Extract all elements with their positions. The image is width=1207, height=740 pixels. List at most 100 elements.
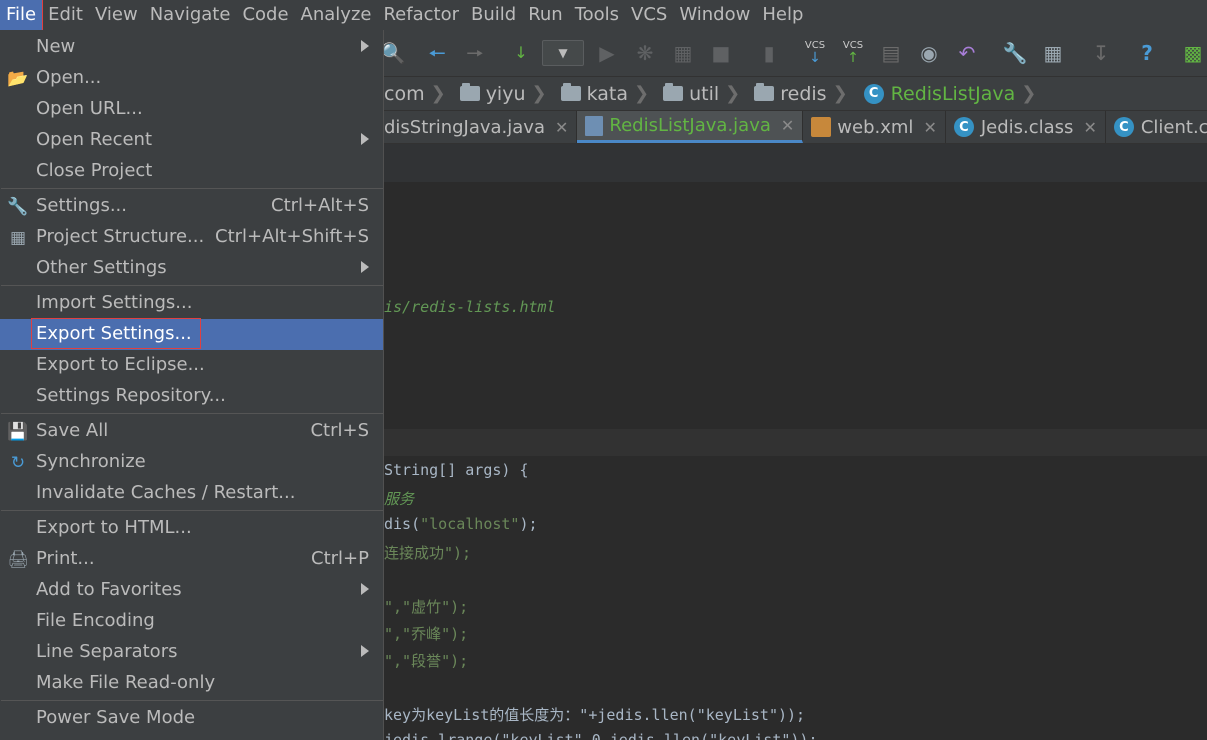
close-icon[interactable]: ✕ — [1083, 118, 1096, 137]
menu-item-export-html[interactable]: Export to HTML... — [0, 513, 383, 544]
menu-analyze[interactable]: Analyze — [295, 0, 378, 30]
close-icon[interactable]: ✕ — [555, 118, 568, 137]
menu-vcs[interactable]: VCS — [625, 0, 673, 30]
code-line: 服务 — [384, 490, 415, 508]
breadcrumb-item-yiyu[interactable]: yiyu ❯ — [452, 77, 553, 111]
stop-icon[interactable]: ■ — [708, 40, 734, 66]
folder-icon — [459, 83, 480, 101]
menu-item-synchronize[interactable]: ↻ Synchronize — [0, 447, 383, 478]
menu-item-add-to-favorites[interactable]: Add to Favorites — [0, 575, 383, 606]
menu-item-file-encoding[interactable]: File Encoding — [0, 606, 383, 637]
breadcrumb: com ❯ yiyu ❯ kata ❯ util ❯ redis ❯ C RedisList… — [384, 77, 1207, 111]
breadcrumb-item-util[interactable]: util ❯ — [655, 77, 746, 111]
menu-item-label: Make File Read-only — [36, 672, 216, 693]
main-toolbar: 🔍 🠔 🠖 ↓ ▼ ▶ ❋ ▦ ■ ▮ VCS ↓ VCS ↑ ▤ ◉ ↶ 🔧 ▦ … — [381, 30, 1207, 77]
tab-redis-list-java[interactable]: RedisListJava.java ✕ — [577, 111, 804, 143]
folder-icon — [754, 83, 775, 101]
back-arrow-icon[interactable]: 🠔 — [424, 40, 450, 66]
menu-item-label: Print... — [36, 548, 95, 569]
menu-item-label: Open URL... — [36, 98, 143, 119]
breadcrumb-item-com[interactable]: com ❯ — [384, 77, 452, 111]
sync-icon: ↻ — [10, 453, 26, 473]
help-icon[interactable]: ? — [1134, 40, 1160, 66]
close-icon[interactable]: ✕ — [923, 118, 936, 137]
attach-icon[interactable]: ▮ — [756, 40, 782, 66]
breadcrumb-label: com — [384, 82, 425, 105]
breadcrumb-item-class[interactable]: C RedisListJava ❯ — [854, 77, 1043, 111]
menu-item-save-all[interactable]: 💾 Save All Ctrl+S — [0, 416, 383, 447]
vcs-update-icon[interactable]: VCS ↓ — [802, 40, 828, 66]
menu-item-settings-repository[interactable]: Settings Repository... — [0, 381, 383, 412]
project-structure-icon[interactable]: ▦ — [1040, 40, 1066, 66]
menu-view[interactable]: View — [89, 0, 144, 30]
debug-icon[interactable]: ❋ — [632, 40, 658, 66]
android-sdk-icon[interactable]: ▩ — [1180, 40, 1206, 66]
code-editor[interactable]: is/redis-lists.html String[] args) { 服务 … — [384, 144, 1207, 740]
menu-item-shortcut: Ctrl+P — [311, 548, 369, 569]
revert-icon[interactable]: ↶ — [954, 40, 980, 66]
editor-header-band — [384, 144, 1207, 182]
file-menu-dropdown: New 📂 Open... Open URL... Open Recent Cl… — [0, 30, 384, 740]
menu-item-power-save-mode[interactable]: Power Save Mode — [0, 703, 383, 734]
build-icon[interactable]: ↓ — [508, 40, 534, 66]
chevron-right-icon: ❯ — [1021, 83, 1037, 104]
menu-item-label: Open... — [36, 67, 102, 88]
menu-item-open-url[interactable]: Open URL... — [0, 94, 383, 125]
folder-icon — [663, 83, 684, 101]
breadcrumb-item-redis[interactable]: redis ❯ — [746, 77, 853, 111]
tab-redis-string-java[interactable]: disStringJava.java ✕ — [384, 111, 578, 143]
chevron-right-icon: ❯ — [531, 83, 547, 104]
code-line: is/redis-lists.html — [384, 298, 556, 316]
printer-icon: 🖨 — [7, 550, 29, 570]
run-config-dropdown[interactable]: ▼ — [542, 40, 584, 66]
menu-item-open[interactable]: 📂 Open... — [0, 63, 383, 94]
menu-refactor[interactable]: Refactor — [377, 0, 465, 30]
menu-item-new[interactable]: New — [0, 32, 383, 63]
menu-build[interactable]: Build — [465, 0, 522, 30]
menu-run[interactable]: Run — [522, 0, 569, 30]
menu-item-settings[interactable]: 🔧 Settings... Ctrl+Alt+S — [0, 191, 383, 222]
class-icon: C — [953, 117, 974, 137]
menu-item-label: Open Recent — [36, 129, 153, 150]
menu-item-shortcut: Ctrl+S — [310, 420, 369, 441]
close-icon[interactable]: ✕ — [781, 116, 794, 135]
menu-navigate[interactable]: Navigate — [144, 0, 237, 30]
menu-file[interactable]: File — [0, 0, 44, 31]
menu-item-close-project[interactable]: Close Project — [0, 156, 383, 187]
menu-item-label: Close Project — [36, 160, 153, 181]
history-icon[interactable]: ◉ — [916, 40, 942, 66]
menu-window[interactable]: Window — [673, 0, 756, 30]
menu-item-other-settings[interactable]: Other Settings — [0, 253, 383, 284]
menu-item-import-settings[interactable]: Import Settings... — [0, 288, 383, 319]
code-line: ","段誉"); — [384, 652, 469, 670]
menu-item-export-to-eclipse[interactable]: Export to Eclipse... — [0, 350, 383, 381]
menu-item-invalidate-caches[interactable]: Invalidate Caches / Restart... — [0, 478, 383, 509]
menu-code[interactable]: Code — [236, 0, 294, 30]
run-icon[interactable]: ▶ — [594, 40, 620, 66]
menu-tools[interactable]: Tools — [569, 0, 625, 30]
breadcrumb-item-kata[interactable]: kata ❯ — [553, 77, 656, 111]
menu-item-print[interactable]: 🖨 Print... Ctrl+P — [0, 544, 383, 575]
current-line-highlight — [384, 429, 1207, 456]
forward-arrow-icon[interactable]: 🠖 — [462, 40, 488, 66]
menu-item-export-settings[interactable]: Export Settings... — [0, 318, 383, 350]
sdk-download-icon[interactable]: ↧ — [1088, 40, 1114, 66]
tab-web-xml[interactable]: web.xml ✕ — [803, 111, 946, 143]
wrench-icon: 🔧 — [7, 197, 29, 217]
settings-wrench-icon[interactable]: 🔧 — [1002, 40, 1028, 66]
menu-edit[interactable]: Edit — [42, 0, 89, 30]
tab-jedis-class[interactable]: C Jedis.class ✕ — [946, 111, 1106, 143]
menu-item-make-read-only[interactable]: Make File Read-only — [0, 668, 383, 699]
menu-item-project-structure[interactable]: ▦ Project Structure... Ctrl+Alt+Shift+S — [0, 222, 383, 253]
menu-item-label: New — [36, 36, 76, 57]
menu-item-open-recent[interactable]: Open Recent — [0, 125, 383, 156]
class-icon: C — [1113, 117, 1134, 137]
chevron-right-icon: ❯ — [725, 83, 741, 104]
tab-client-class[interactable]: C Client.class — [1106, 111, 1207, 143]
vcs-commit-icon[interactable]: VCS ↑ — [840, 40, 866, 66]
menu-help[interactable]: Help — [756, 0, 809, 30]
breadcrumb-label: yiyu — [485, 82, 526, 105]
coverage-icon[interactable]: ▦ — [670, 40, 696, 66]
menu-item-line-separators[interactable]: Line Separators — [0, 637, 383, 668]
vcs-diff-icon[interactable]: ▤ — [878, 40, 904, 66]
